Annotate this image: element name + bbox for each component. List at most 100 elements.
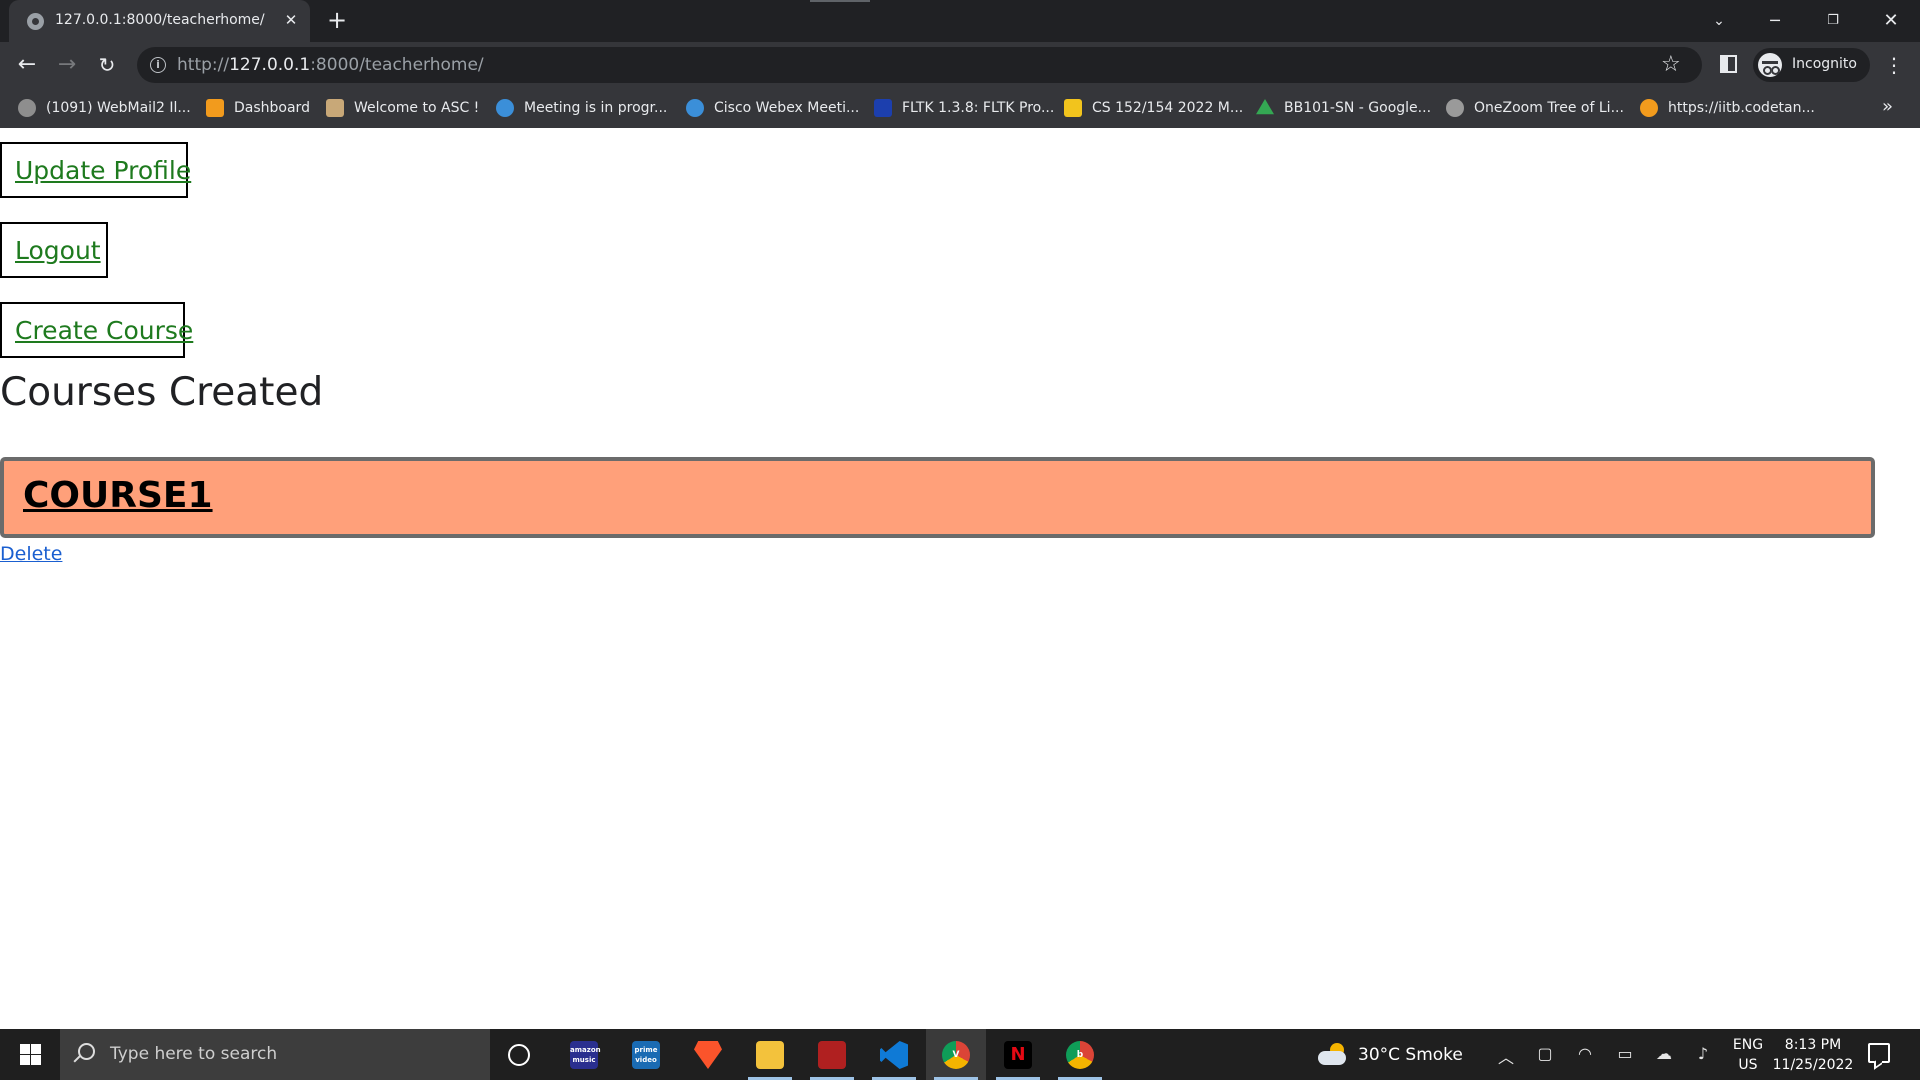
- taskbar-app-amazon-music[interactable]: amazon music: [554, 1029, 614, 1080]
- tab-search-chevron-icon[interactable]: ⌄: [1696, 8, 1742, 34]
- course-link[interactable]: COURSE1: [23, 475, 213, 516]
- logout-link[interactable]: Logout: [15, 236, 101, 265]
- windows-logo-icon: [31, 1055, 41, 1065]
- update-profile-link[interactable]: Update Profile: [15, 156, 191, 185]
- url-text[interactable]: http://127.0.0.1:8000/teacherhome/: [177, 55, 484, 75]
- taskbar-app-brave[interactable]: [678, 1029, 738, 1080]
- bookmark-fltk[interactable]: FLTK 1.3.8: FLTK Pro...: [874, 96, 1054, 120]
- clock-date: 11/25/2022: [1772, 1057, 1854, 1073]
- taskbar-app-chrome-b[interactable]: b: [1050, 1029, 1110, 1080]
- input-language-indicator[interactable]: ENG US: [1731, 1035, 1765, 1075]
- bookmark-asc[interactable]: Welcome to ASC !: [326, 96, 479, 120]
- weather-text: 30°C Smoke: [1358, 1045, 1463, 1065]
- bookmark-webex[interactable]: Cisco Webex Meeti...: [686, 96, 859, 120]
- kebab-menu-icon[interactable]: ⋮: [1882, 50, 1906, 80]
- vscode-icon: [880, 1041, 908, 1069]
- volume-icon[interactable]: ♪: [1691, 1044, 1715, 1063]
- moodle-icon: [206, 99, 224, 117]
- incognito-label: Incognito: [1792, 56, 1857, 72]
- cloudy-sun-icon: [1318, 1043, 1348, 1067]
- bookmark-cs152[interactable]: CS 152/154 2022 M...: [1064, 96, 1243, 120]
- windows-taskbar: Type here to search amazon music prime v…: [0, 1029, 1920, 1080]
- logout-box: Logout: [0, 222, 108, 278]
- windows-start-button[interactable]: [0, 1029, 60, 1080]
- create-course-box: Create Course: [0, 302, 193, 358]
- codetantra-icon: [1640, 99, 1658, 117]
- webex-icon: [496, 99, 514, 117]
- webex-icon: [686, 99, 704, 117]
- chrome-icon: V: [942, 1041, 970, 1069]
- browser-toolbar: ← → ↻ i http://127.0.0.1:8000/teacherhom…: [0, 42, 1920, 88]
- bookmark-codetantra[interactable]: https://iitb.codetan...: [1640, 96, 1815, 120]
- taskbar-app-vscode[interactable]: [864, 1029, 924, 1080]
- google-drive-icon: [1256, 99, 1274, 115]
- onedrive-error-icon[interactable]: ☁: [1652, 1044, 1676, 1063]
- drag-handle: [810, 0, 870, 2]
- page-content: Update Profile Logout Create Course Cour…: [0, 128, 1920, 1029]
- page-title: Courses Created: [0, 370, 324, 415]
- reload-icon[interactable]: ↻: [92, 50, 122, 80]
- windows-logo-icon: [20, 1055, 30, 1065]
- language-code: ENG: [1732, 1037, 1764, 1053]
- taskbar-app-5[interactable]: [802, 1029, 862, 1080]
- asc-icon: [326, 99, 344, 117]
- bookmark-dashboard[interactable]: Dashboard: [206, 96, 310, 120]
- chrome-icon: b: [1066, 1041, 1094, 1069]
- amazon-music-icon: amazon music: [570, 1041, 601, 1069]
- side-panel-icon[interactable]: [1720, 55, 1737, 73]
- bookmark-webmail[interactable]: (1091) WebMail2 Il...: [18, 96, 191, 120]
- restore-window-button[interactable]: ❐: [1810, 8, 1856, 34]
- weather-widget[interactable]: 30°C Smoke: [1318, 1041, 1463, 1069]
- incognito-icon: [1758, 53, 1782, 77]
- address-bar[interactable]: i http://127.0.0.1:8000/teacherhome/ ☆: [137, 47, 1702, 83]
- globe-icon: [27, 13, 44, 30]
- folder-icon: [756, 1041, 784, 1069]
- chevron-up-icon[interactable]: ︿: [1494, 1044, 1518, 1068]
- netflix-icon: N: [1004, 1041, 1032, 1069]
- create-course-link[interactable]: Create Course: [15, 316, 193, 345]
- webmail-icon: [18, 99, 36, 117]
- delete-course-link[interactable]: Delete: [0, 543, 62, 565]
- taskbar-search-box[interactable]: Type here to search: [60, 1029, 490, 1080]
- taskbar-app-netflix[interactable]: N: [988, 1029, 1048, 1080]
- cortana-icon[interactable]: [508, 1044, 530, 1066]
- close-tab-icon[interactable]: ✕: [280, 9, 302, 31]
- slides-icon: [1064, 99, 1082, 117]
- bookmark-meeting[interactable]: Meeting is in progr...: [496, 96, 667, 120]
- windows-logo-icon: [20, 1044, 30, 1054]
- course-card: COURSE1: [0, 457, 1875, 538]
- notification-center-icon[interactable]: [1868, 1043, 1890, 1063]
- taskbar-app-file-explorer[interactable]: [740, 1029, 800, 1080]
- tab-title: 127.0.0.1:8000/teacherhome/: [55, 12, 265, 28]
- app-icon: [818, 1041, 846, 1069]
- new-tab-button[interactable]: +: [324, 8, 350, 34]
- fltk-icon: [874, 99, 892, 117]
- brave-lion-icon: [694, 1041, 722, 1069]
- system-clock[interactable]: 8:13 PM 11/25/2022: [1770, 1035, 1856, 1075]
- active-tab[interactable]: 127.0.0.1:8000/teacherhome/ ✕: [9, 0, 310, 42]
- battery-icon[interactable]: ▭: [1613, 1044, 1637, 1063]
- wifi-icon[interactable]: ◠: [1573, 1044, 1597, 1063]
- site-info-icon[interactable]: i: [150, 57, 166, 73]
- bookmark-star-icon[interactable]: ☆: [1661, 52, 1681, 77]
- meet-now-icon[interactable]: ▢: [1533, 1044, 1557, 1063]
- search-placeholder: Type here to search: [110, 1044, 278, 1064]
- incognito-profile-button[interactable]: Incognito: [1753, 48, 1870, 82]
- forward-arrow-icon[interactable]: →: [52, 50, 82, 80]
- bookmark-onezoom[interactable]: OneZoom Tree of Li...: [1446, 96, 1624, 120]
- taskbar-app-chrome-v[interactable]: V: [926, 1029, 986, 1080]
- windows-logo-icon: [31, 1044, 41, 1054]
- minimize-window-button[interactable]: ─: [1752, 8, 1798, 34]
- bookmarks-overflow-icon[interactable]: »: [1882, 96, 1893, 117]
- browser-tab-strip: 127.0.0.1:8000/teacherhome/ ✕ + ⌄ ─ ❐ ✕: [0, 0, 1920, 42]
- update-profile-box: Update Profile: [0, 142, 191, 198]
- prime-video-icon: prime video: [632, 1041, 660, 1069]
- search-icon: [78, 1043, 95, 1060]
- region-code: US: [1738, 1057, 1758, 1073]
- clock-time: 8:13 PM: [1784, 1037, 1842, 1053]
- close-window-button[interactable]: ✕: [1868, 8, 1914, 34]
- bookmarks-bar: (1091) WebMail2 Il... Dashboard Welcome …: [0, 88, 1920, 128]
- taskbar-app-prime-video[interactable]: prime video: [616, 1029, 676, 1080]
- back-arrow-icon[interactable]: ←: [12, 50, 42, 80]
- bookmark-bb101[interactable]: BB101-SN - Google...: [1256, 96, 1431, 120]
